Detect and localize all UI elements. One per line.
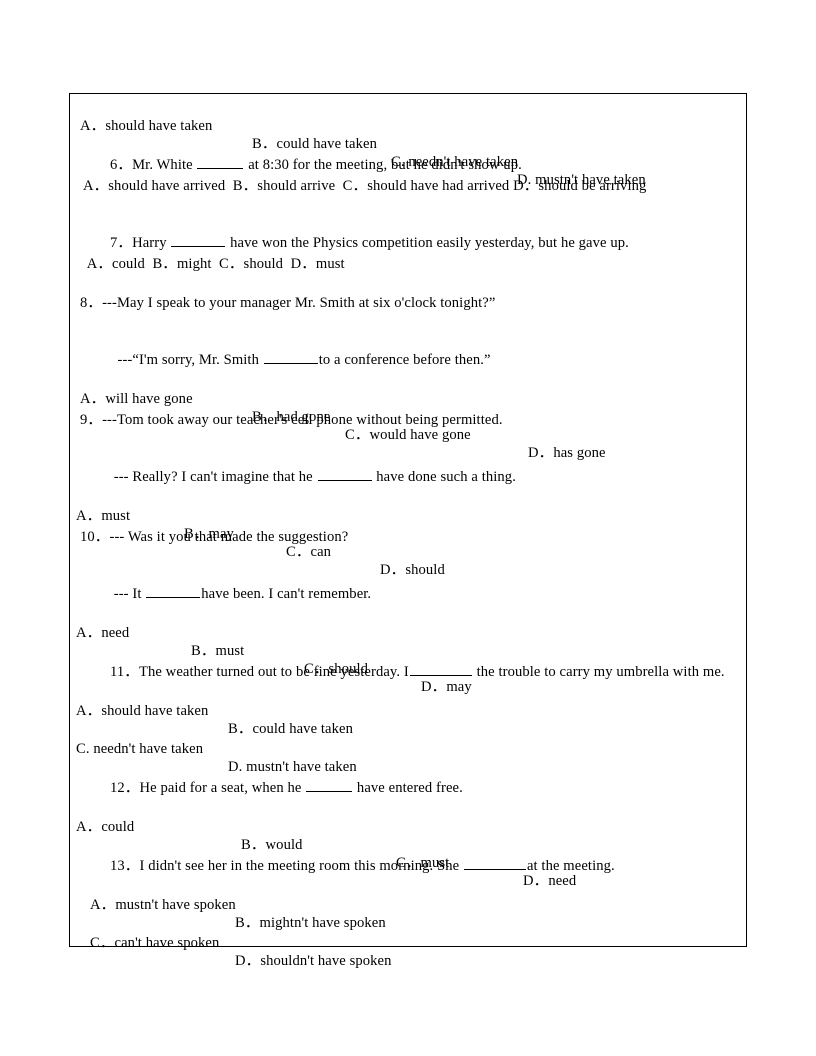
q13-option-a[interactable]: A．mustn't have spoken (90, 896, 236, 914)
q9-answer-blank[interactable] (317, 468, 372, 481)
q8-reply-pre: ---“I'm sorry, Mr. Smith (110, 352, 263, 368)
q12-option-a[interactable]: A．could (76, 818, 134, 836)
q9-reply-post: have done such a thing. (372, 469, 516, 485)
q9-reply-pre: --- Really? I can't imagine that he (110, 469, 317, 485)
q11-stem-pre: 11．The weather turned out to be fine yes… (110, 664, 409, 680)
q8-answer-blank[interactable] (263, 351, 318, 364)
q11-option-c[interactable]: C. needn't have taken (76, 740, 203, 758)
q5-option-a[interactable]: A．should have taken (80, 117, 212, 135)
question-box: A．should have taken B．could have taken C… (69, 93, 747, 969)
q13-option-c[interactable]: C．can't have spoken (90, 934, 219, 952)
q6-answer-blank[interactable] (197, 156, 244, 169)
q8-option-d[interactable]: D．has gone (528, 444, 606, 462)
question-8-stem-reply: ---“I'm sorry, Mr. Smith to a conference… (80, 333, 491, 387)
q13-option-b[interactable]: B．mightn't have spoken (235, 914, 386, 932)
page-sheet: A．should have taken B．could have taken C… (0, 0, 816, 1056)
q13-answer-blank[interactable] (463, 857, 526, 870)
question-10-stem-reply: --- It have been. I can't remember. (80, 567, 371, 621)
q8-reply-post: to a conference before then.” (318, 352, 491, 368)
q10-reply-pre: --- It (110, 586, 146, 602)
question-10-stem: 10．--- Was it you that made the suggesti… (80, 529, 349, 545)
q12-answer-blank[interactable] (306, 779, 353, 792)
q7-stem-post: have won the Physics competition easily … (226, 235, 629, 251)
question-7-options-row[interactable]: A．could B．might C．should D．must (80, 255, 345, 273)
q11-answer-blank[interactable] (409, 663, 472, 676)
q6-stem-pre: 6．Mr. White (110, 157, 197, 173)
question-9-stem: 9．---Tom took away our teacher's cell ph… (80, 412, 503, 428)
question-6-options-row[interactable]: A．should have arrived B．should arrive C．… (80, 177, 646, 195)
q7-answer-blank[interactable] (171, 234, 226, 247)
q9-option-d[interactable]: D．should (380, 561, 445, 579)
question-11-stem: 11．The weather turned out to be fine yes… (80, 645, 725, 699)
question-13-stem: 13．I didn't see her in the meeting room … (80, 839, 615, 893)
q12-stem-post: have entered free. (353, 780, 463, 796)
q12-stem-pre: 12．He paid for a seat, when he (110, 780, 306, 796)
question-13-options-row-2: C．can't have spoken D．shouldn't have spo… (80, 916, 391, 988)
q13-stem-pre: 13．I didn't see her in the meeting room … (110, 858, 463, 874)
q7-stem-pre: 7．Harry (110, 235, 171, 251)
q10-option-a[interactable]: A．need (76, 624, 129, 642)
q9-option-a[interactable]: A．must (76, 507, 130, 525)
q8-option-a[interactable]: A．will have gone (80, 390, 193, 408)
question-8-stem: 8．---May I speak to your manager Mr. Smi… (80, 295, 496, 311)
q11-stem-post: the trouble to carry my umbrella with me… (472, 664, 725, 680)
question-lines: A．should have taken B．could have taken C… (70, 94, 746, 969)
q11-option-b[interactable]: B．could have taken (228, 720, 353, 738)
q6-stem-post: at 8:30 for the meeting, but he didn't s… (244, 157, 522, 173)
q10-reply-post: have been. I can't remember. (201, 586, 372, 602)
question-12-stem: 12．He paid for a seat, when he have ente… (80, 761, 463, 815)
q10-answer-blank[interactable] (146, 585, 201, 598)
q13-option-d[interactable]: D．shouldn't have spoken (235, 952, 392, 970)
q11-option-a[interactable]: A．should have taken (76, 702, 208, 720)
question-9-stem-reply: --- Really? I can't imagine that he have… (80, 450, 516, 504)
q13-stem-post: at the meeting. (526, 858, 615, 874)
